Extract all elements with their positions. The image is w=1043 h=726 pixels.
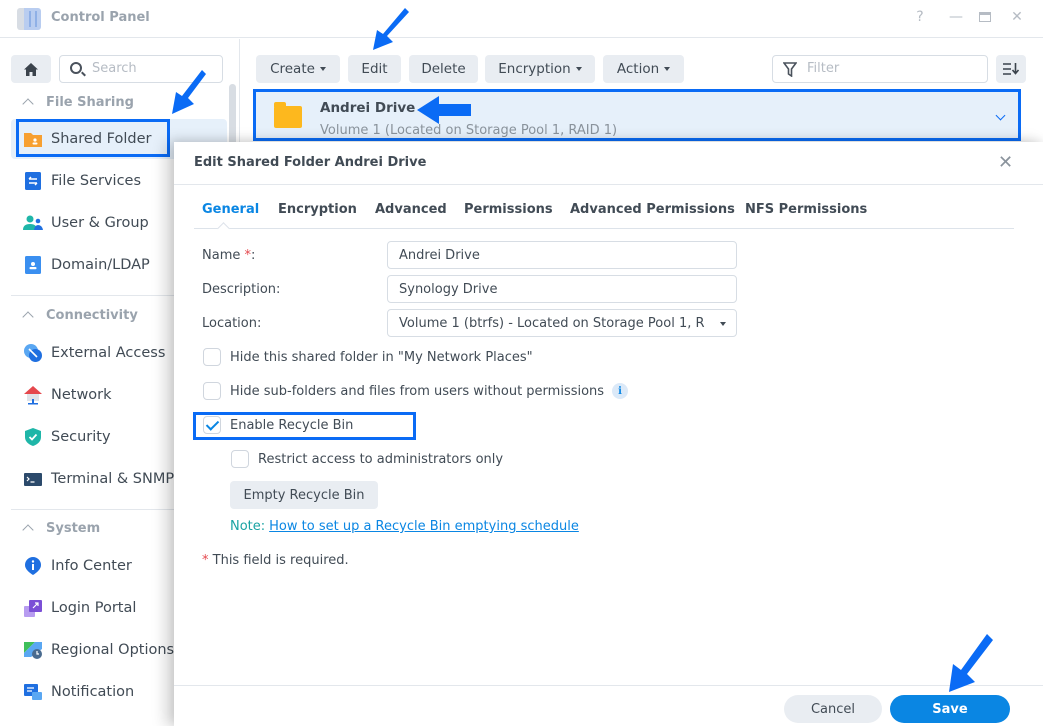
encryption-button[interactable]: Encryption: [485, 55, 595, 83]
tab-advanced-permissions[interactable]: Advanced Permissions: [570, 202, 735, 217]
folder-icon: [274, 102, 302, 128]
sort-button[interactable]: [996, 55, 1026, 83]
section-system[interactable]: System: [22, 521, 100, 536]
hide-subfolders-checkbox[interactable]: [203, 382, 221, 400]
hide-network-places-option[interactable]: Hide this shared folder in "My Network P…: [203, 348, 533, 366]
tab-permissions[interactable]: Permissions: [464, 202, 553, 217]
dialog-divider: [174, 184, 1043, 185]
caret-down-icon: [319, 67, 326, 71]
shared-folder-highlight: [16, 119, 170, 157]
close-icon[interactable]: ✕: [998, 152, 1013, 173]
info-icon[interactable]: i: [612, 383, 629, 399]
filter-box[interactable]: [772, 55, 988, 83]
dialog-title: Edit Shared Folder Andrei Drive: [194, 155, 427, 170]
hide-network-places-checkbox[interactable]: [203, 348, 221, 366]
recycle-bin-schedule-link[interactable]: How to set up a Recycle Bin emptying sch…: [269, 519, 579, 534]
login-portal-icon: [23, 598, 43, 618]
folder-name: Andrei Drive: [320, 100, 416, 116]
tab-divider: [194, 228, 1014, 229]
close-window-icon[interactable]: ✕: [1008, 9, 1026, 25]
filter-icon: [783, 62, 797, 77]
regional-options-icon: [23, 640, 43, 660]
home-button[interactable]: [11, 55, 51, 83]
edit-shared-folder-dialog: Edit Shared Folder Andrei Drive ✕ Genera…: [174, 142, 1043, 726]
recycle-bin-note: Note: How to set up a Recycle Bin emptyin…: [230, 519, 579, 534]
search-icon: [70, 62, 82, 74]
footer-divider: [174, 685, 1043, 686]
description-field[interactable]: [387, 275, 737, 303]
restrict-admin-checkbox[interactable]: [231, 450, 249, 468]
caret-down-icon: [575, 67, 582, 71]
tab-encryption[interactable]: Encryption: [278, 202, 357, 217]
location-label: Location:: [202, 316, 262, 331]
edit-button[interactable]: Edit: [348, 55, 401, 83]
external-access-icon: [23, 343, 43, 363]
domain-ldap-icon: [23, 255, 43, 275]
name-field[interactable]: [387, 241, 737, 269]
user-group-icon: [23, 213, 43, 233]
section-file-sharing[interactable]: File Sharing: [22, 95, 134, 110]
network-icon: [23, 385, 43, 405]
recycle-bin-highlight: [193, 412, 416, 440]
delete-button[interactable]: Delete: [409, 55, 478, 83]
name-label: Name *:: [202, 248, 256, 263]
restrict-admin-option[interactable]: Restrict access to administrators only: [231, 450, 503, 468]
empty-recycle-bin-button[interactable]: Empty Recycle Bin: [230, 481, 378, 509]
chevron-up-icon: [22, 311, 34, 323]
info-center-icon: [23, 556, 43, 576]
active-tab-indicator: [217, 222, 230, 235]
chevron-up-icon: [22, 524, 34, 536]
hide-subfolders-option[interactable]: Hide sub-folders and files from users wi…: [203, 382, 629, 400]
sort-icon: [1003, 63, 1019, 75]
required-field-note: * This field is required.: [202, 553, 349, 568]
maximize-icon[interactable]: [976, 9, 994, 22]
minimize-icon[interactable]: —: [947, 9, 965, 25]
folder-list-row[interactable]: Andrei Drive Volume 1 (Located on Storag…: [253, 89, 1021, 141]
tab-advanced[interactable]: Advanced: [375, 202, 447, 217]
create-button[interactable]: Create: [256, 55, 340, 83]
chevron-down-icon[interactable]: [995, 110, 1006, 121]
notification-icon: [23, 682, 43, 702]
description-label: Description:: [202, 282, 281, 297]
section-connectivity[interactable]: Connectivity: [22, 308, 138, 323]
caret-down-icon: [720, 322, 726, 326]
caret-down-icon: [664, 67, 671, 71]
file-services-icon: [23, 171, 43, 191]
control-panel-icon: [17, 8, 41, 30]
terminal-icon: [23, 469, 43, 489]
chevron-up-icon: [22, 98, 34, 110]
cancel-button[interactable]: Cancel: [784, 695, 882, 723]
tab-general[interactable]: General: [202, 202, 259, 217]
folder-location: Volume 1 (Located on Storage Pool 1, RAI…: [320, 123, 618, 138]
location-select[interactable]: Volume 1 (btrfs) - Located on Storage Po…: [387, 309, 737, 337]
tab-nfs-permissions[interactable]: NFS Permissions: [745, 202, 867, 217]
search-input[interactable]: [92, 61, 212, 76]
search-box[interactable]: [59, 55, 223, 83]
action-button[interactable]: Action: [603, 55, 684, 83]
security-icon: [23, 427, 43, 447]
app-title: Control Panel: [51, 10, 150, 25]
title-bar: Control Panel ? — ✕: [0, 0, 1043, 38]
save-button[interactable]: Save: [890, 695, 1010, 723]
home-icon: [24, 62, 38, 76]
help-icon[interactable]: ?: [911, 9, 929, 25]
filter-input[interactable]: [807, 61, 977, 76]
